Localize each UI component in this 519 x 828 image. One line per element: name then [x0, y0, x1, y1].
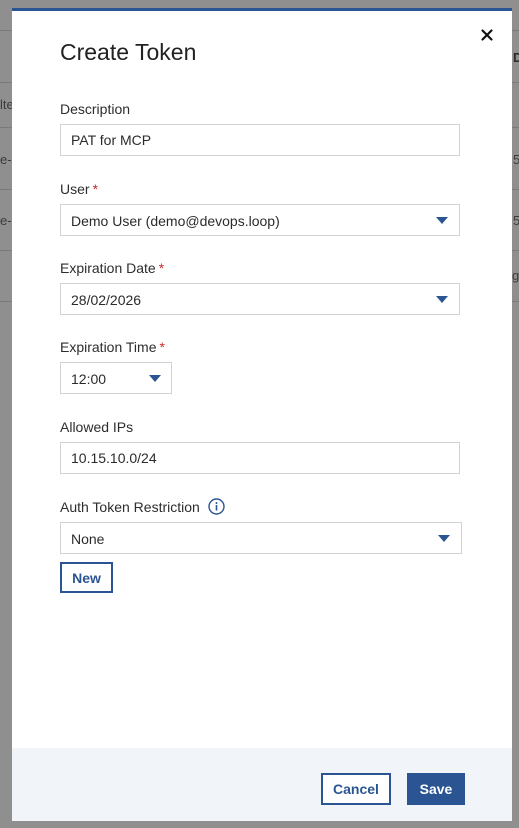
expiration-date-picker[interactable]: 28/02/2026: [60, 283, 460, 315]
cancel-button[interactable]: Cancel: [321, 773, 391, 805]
user-label: User *: [60, 181, 98, 197]
auth-token-restriction-select[interactable]: None: [60, 522, 462, 554]
background-text: 50: [513, 152, 519, 167]
required-marker: *: [158, 260, 165, 276]
allowed-ips-label: Allowed IPs: [60, 419, 133, 435]
create-token-dialog: Create Token Description User* Demo User…: [12, 8, 512, 821]
user-label-text: User: [60, 181, 90, 197]
background-text: ge: [512, 268, 519, 283]
expiration-date-label: Expiration Date *: [60, 260, 164, 276]
required-marker: *: [92, 181, 99, 197]
allowed-ips-label-text: Allowed IPs: [60, 419, 134, 435]
user-select[interactable]: Demo User (demo@devops.loop): [60, 204, 460, 236]
auth-token-restriction-label: Auth Token Restriction: [60, 499, 200, 515]
close-icon: [481, 29, 493, 41]
background-text: 50: [513, 213, 519, 228]
expiration-time-select[interactable]: 12:00: [60, 362, 172, 394]
required-marker: *: [159, 339, 165, 355]
auth-token-restriction-value: None: [71, 531, 105, 547]
description-label: Description: [60, 101, 130, 117]
chevron-down-icon: [438, 535, 450, 542]
save-button[interactable]: Save: [407, 773, 465, 805]
info-icon[interactable]: [208, 498, 225, 515]
expiration-date-label-text: Expiration Date: [60, 260, 156, 276]
new-restriction-button[interactable]: New: [60, 562, 113, 593]
expiration-date-value: 28/02/2026: [71, 292, 142, 308]
expiration-time-label: Expiration Time *: [60, 339, 165, 355]
user-select-value: Demo User (demo@devops.loop): [71, 213, 280, 229]
dialog-footer: Cancel Save: [12, 748, 512, 821]
expiration-time-label-text: Expiration Time: [60, 339, 157, 355]
description-label-text: Description: [60, 101, 131, 117]
background-text: D: [513, 50, 519, 65]
expiration-time-value: 12:00: [71, 371, 107, 387]
description-input[interactable]: [60, 124, 460, 156]
allowed-ips-input[interactable]: [60, 442, 460, 474]
dialog-title: Create Token: [60, 39, 197, 65]
chevron-down-icon: [149, 375, 161, 382]
chevron-down-icon: [436, 217, 448, 224]
close-button[interactable]: [476, 24, 498, 46]
auth-token-restriction-label-text: Auth Token Restriction: [60, 499, 200, 515]
chevron-down-icon: [436, 296, 448, 303]
